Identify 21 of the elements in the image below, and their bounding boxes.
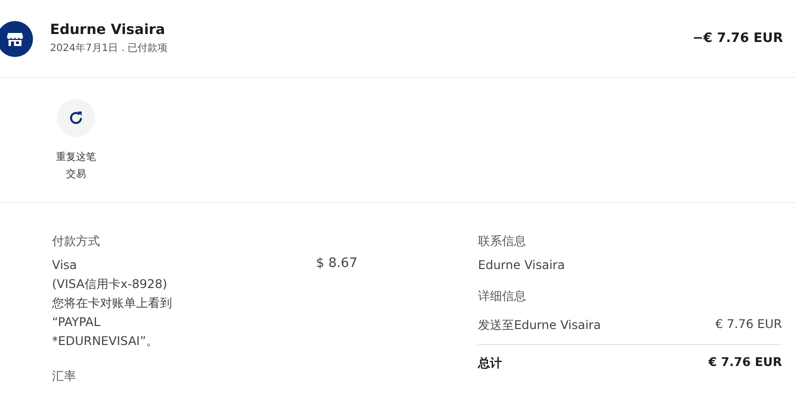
transaction-amount: −€ 7.76 EUR <box>692 31 783 46</box>
payment-method-text: “PAYPAL <box>52 314 102 331</box>
contact-name: Edurne Visaira <box>478 257 566 274</box>
transaction-date: 2024年7月1日 . 已付款项 <box>50 42 169 55</box>
action-label[interactable]: 重复这笔交易 <box>55 149 97 183</box>
payment-method-text: *EDURNEVISAI”。 <box>52 333 160 350</box>
merchant-name: Edurne Visaira <box>50 22 166 38</box>
total-label: 总计 <box>478 355 502 372</box>
section-heading: 联系信息 <box>478 233 527 250</box>
section-heading: 汇率 <box>52 368 77 385</box>
detail-value: € 7.76 EUR <box>715 317 782 333</box>
section-heading: 付款方式 <box>52 233 101 250</box>
repeat-button[interactable] <box>57 99 95 137</box>
detail-label: 发送至Edurne Visaira <box>478 317 601 334</box>
total-value: € 7.76 EUR <box>708 355 782 371</box>
payment-method-text: (VISA信用卡x-8928) <box>52 276 168 293</box>
payment-amount: $ 8.67 <box>316 256 358 273</box>
section-heading: 详细信息 <box>478 288 527 305</box>
payment-method-text: Visa <box>52 257 78 274</box>
payment-method-text: 您将在卡对账单上看到 <box>52 295 173 312</box>
refresh-icon <box>67 109 85 127</box>
